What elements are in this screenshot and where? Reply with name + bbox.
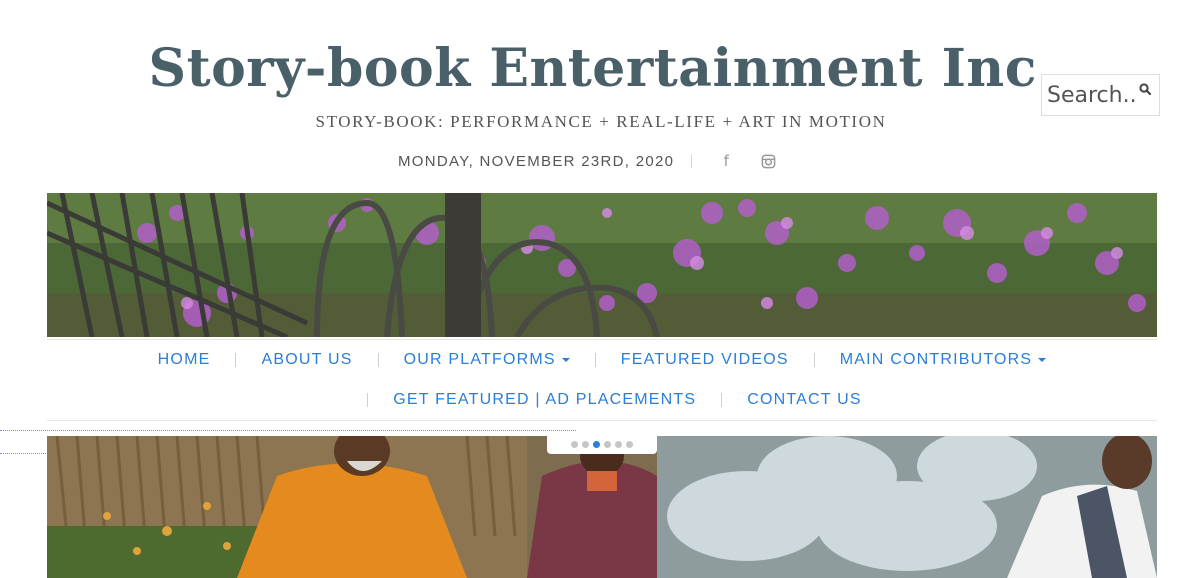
site-title[interactable]: Story-book Entertainment Inc.	[0, 38, 1200, 99]
nav-divider	[721, 393, 723, 407]
nav-top-border	[47, 339, 1157, 340]
current-date: MONDAY, NOVEMBER 23RD, 2020	[398, 152, 675, 170]
header-banner-image	[47, 193, 1157, 337]
nav-divider	[813, 353, 815, 367]
facebook-icon[interactable]: f	[719, 152, 733, 170]
search-box	[1041, 74, 1160, 116]
slider-dot[interactable]	[626, 441, 633, 448]
nav-home[interactable]: HOME	[158, 351, 211, 369]
nav-featured-videos[interactable]: FEATURED VIDEOS	[621, 351, 789, 369]
social-links: f	[719, 152, 776, 170]
nav-about-us[interactable]: ABOUT US	[261, 351, 352, 369]
focus-outline	[0, 430, 576, 431]
nav-main-contributors[interactable]: MAIN CONTRIBUTORS	[840, 351, 1047, 369]
search-icon[interactable]	[1137, 81, 1153, 97]
featured-slider-image[interactable]	[47, 436, 1157, 578]
nav-our-platforms-label: OUR PLATFORMS	[403, 351, 556, 368]
main-nav-row-1: HOME ABOUT US OUR PLATFORMS FEATURED VID…	[47, 346, 1157, 374]
chevron-down-icon	[561, 358, 570, 362]
nav-contact-us[interactable]: CONTACT US	[747, 391, 862, 409]
search-input[interactable]	[1047, 80, 1135, 110]
nav-get-featured[interactable]: GET FEATURED | AD PLACEMENTS	[393, 391, 696, 409]
nav-divider	[377, 353, 379, 367]
slider-dot[interactable]	[615, 441, 622, 448]
main-nav-row-2: GET FEATURED | AD PLACEMENTS CONTACT US	[47, 386, 1157, 414]
slider-dot[interactable]	[582, 441, 589, 448]
meta-divider	[691, 154, 693, 168]
nav-divider	[235, 353, 237, 367]
instagram-icon[interactable]	[761, 154, 776, 169]
chevron-down-icon	[1038, 358, 1047, 362]
nav-main-contributors-label: MAIN CONTRIBUTORS	[839, 351, 1033, 368]
slider-dot[interactable]	[604, 441, 611, 448]
site-tagline: STORY-BOOK: PERFORMANCE + REAL-LIFE + AR…	[315, 112, 887, 131]
slider-dot-active[interactable]	[593, 441, 600, 448]
header-meta: MONDAY, NOVEMBER 23RD, 2020 f	[398, 150, 776, 172]
nav-divider	[594, 353, 596, 367]
slider-pagination	[547, 435, 657, 454]
nav-divider	[367, 393, 369, 407]
nav-bottom-border	[47, 420, 1157, 421]
slider-dot[interactable]	[571, 441, 578, 448]
nav-our-platforms[interactable]: OUR PLATFORMS	[404, 351, 570, 369]
